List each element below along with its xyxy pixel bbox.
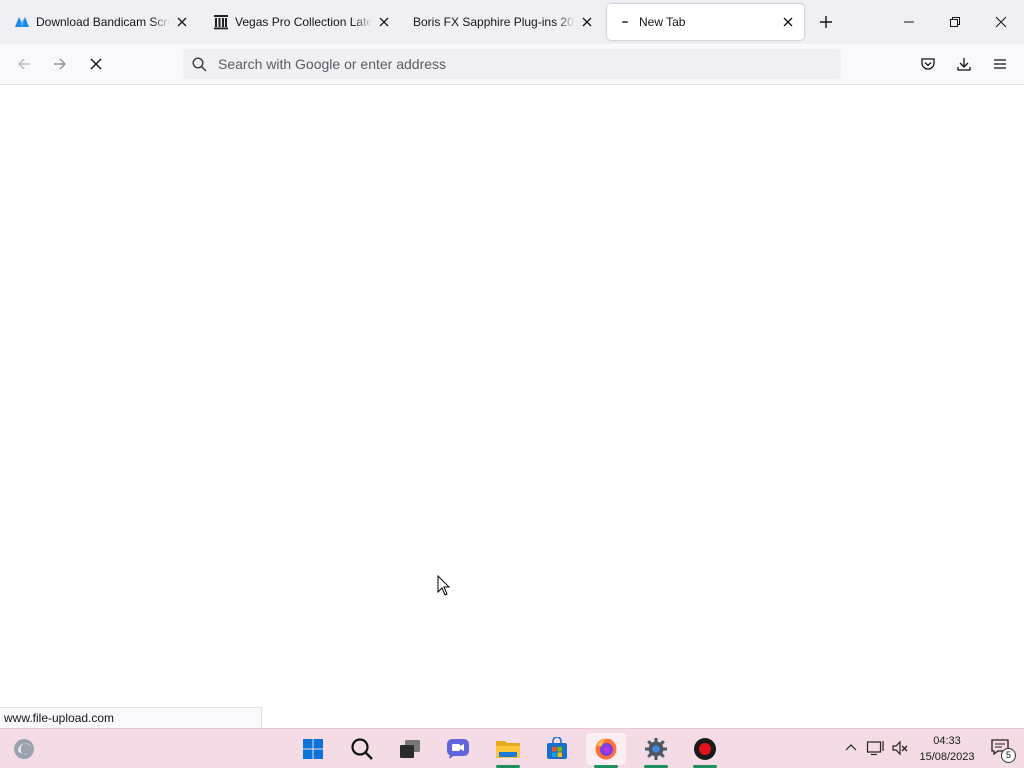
folder-icon: [496, 741, 520, 758]
download-icon: [957, 58, 971, 71]
forward-button[interactable]: [46, 50, 74, 78]
tab-title: Vegas Pro Collection Latest: [235, 15, 372, 29]
search-icon: [191, 56, 207, 72]
library-columns-icon: [213, 14, 229, 30]
taskbar-bandicam[interactable]: [685, 733, 725, 768]
taskbar-task-view[interactable]: [390, 733, 430, 765]
downloads-button[interactable]: [950, 50, 978, 78]
tab-title: Download Bandicam Screen: [36, 15, 170, 29]
task-view-icon: [400, 740, 420, 758]
taskbar-store[interactable]: [537, 733, 577, 765]
page-content: www.file-upload.com: [0, 85, 1024, 728]
stop-x-icon: [90, 58, 102, 70]
close-tab-icon[interactable]: [780, 14, 796, 30]
tab-vegas-pro[interactable]: Vegas Pro Collection Latest: [203, 4, 400, 40]
tab-bandicam[interactable]: Download Bandicam Screen: [4, 4, 198, 40]
mouse-cursor-icon: [437, 574, 451, 597]
notification-count-badge: 5: [1001, 748, 1016, 763]
minimize-icon: [904, 21, 914, 23]
navigation-toolbar: [0, 44, 1024, 85]
record-icon: [694, 738, 716, 760]
chevron-up-icon: [845, 744, 857, 751]
volume-muted-icon: [892, 740, 908, 756]
back-button[interactable]: [10, 50, 38, 78]
taskbar-search[interactable]: [342, 733, 382, 765]
loading-dot-icon: [617, 14, 633, 30]
restore-icon: [950, 17, 960, 27]
new-tab-button[interactable]: [814, 10, 838, 34]
status-url: www.file-upload.com: [0, 707, 262, 728]
teams-chat-icon: [447, 739, 469, 759]
volume-button[interactable]: [890, 737, 912, 759]
address-bar[interactable]: [183, 49, 841, 79]
clock-time: 04:33: [933, 735, 961, 747]
taskbar-firefox[interactable]: [586, 733, 626, 768]
taskbar-settings[interactable]: [636, 733, 676, 768]
hamburger-menu-icon: [994, 59, 1006, 69]
gear-icon: [645, 738, 667, 760]
tab-boris-fx[interactable]: Boris FX Sapphire Plug-ins 2021: [403, 4, 603, 40]
network-button[interactable]: [864, 737, 886, 759]
pocket-icon: [921, 58, 935, 70]
stop-loading-button[interactable]: [82, 50, 110, 78]
tab-strip: Download Bandicam Screen Vegas Pro Colle…: [0, 0, 1024, 44]
edge-icon: [14, 739, 34, 759]
close-tab-icon[interactable]: [174, 14, 190, 30]
address-input[interactable]: [216, 55, 841, 73]
close-tab-icon[interactable]: [376, 14, 392, 30]
arrow-right-icon: [54, 58, 66, 70]
taskbar-file-explorer[interactable]: [488, 733, 528, 768]
tab-title: Boris FX Sapphire Plug-ins 2021: [413, 15, 575, 29]
close-window-button[interactable]: [978, 0, 1024, 44]
start-button[interactable]: [293, 733, 333, 765]
windows-start-icon: [303, 739, 323, 759]
restore-button[interactable]: [932, 0, 978, 44]
taskbar-edge[interactable]: [4, 733, 44, 765]
bandicam-logo-icon: [14, 14, 30, 30]
close-tab-icon[interactable]: [579, 14, 595, 30]
clock-date: 15/08/2023: [919, 751, 975, 763]
store-icon: [547, 737, 567, 759]
taskbar-chat[interactable]: [438, 733, 478, 765]
show-hidden-icons-button[interactable]: [840, 737, 862, 759]
close-icon: [995, 16, 1007, 28]
minimize-button[interactable]: [886, 0, 932, 44]
tab-title: New Tab: [639, 15, 776, 29]
firefox-icon: [595, 738, 617, 760]
pocket-button[interactable]: [914, 50, 942, 78]
notification-center-button[interactable]: 5: [990, 737, 1016, 763]
search-icon: [351, 738, 373, 760]
tab-new-tab[interactable]: New Tab: [607, 4, 804, 40]
taskbar: 04:33 15/08/2023 5: [0, 728, 1024, 768]
network-icon: [866, 741, 884, 756]
plus-icon: [820, 16, 832, 28]
app-menu-button[interactable]: [986, 50, 1014, 78]
arrow-left-icon: [18, 58, 30, 70]
taskbar-clock[interactable]: 04:33 15/08/2023: [913, 733, 981, 765]
